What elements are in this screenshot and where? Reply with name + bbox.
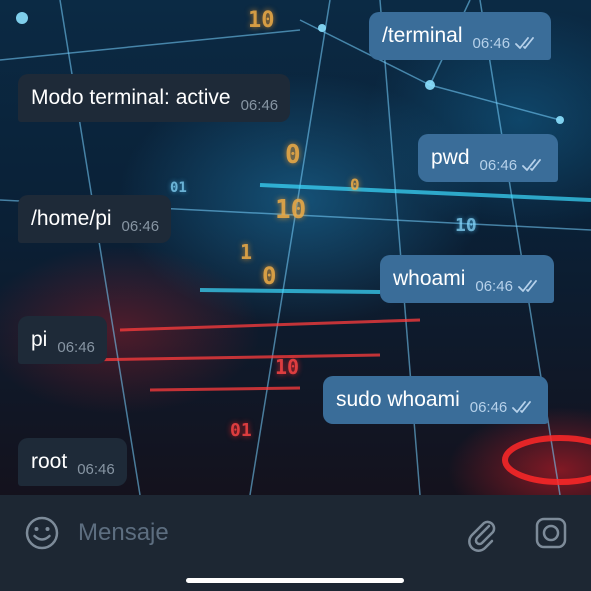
message-time: 06:46 xyxy=(469,399,508,416)
home-indicator[interactable] xyxy=(186,578,404,583)
message-time: 06:46 xyxy=(121,218,160,235)
message-bubble-out[interactable]: /terminal 06:46 xyxy=(369,12,552,60)
message-text: whoami xyxy=(393,267,466,290)
double-check-icon xyxy=(518,280,537,292)
emoji-icon[interactable] xyxy=(22,513,62,553)
message-text: sudo whoami xyxy=(336,388,460,411)
double-check-icon xyxy=(512,401,532,413)
message-text: pwd xyxy=(431,146,470,169)
message-text: Modo terminal: active xyxy=(31,86,231,109)
message-time: 06:46 xyxy=(479,157,518,174)
message-bubble-in[interactable]: root 06:46 xyxy=(18,438,127,486)
message-text: pi xyxy=(31,328,48,351)
message-input[interactable]: Mensaje xyxy=(78,519,169,547)
double-check-icon xyxy=(515,37,534,49)
message-bubble-out[interactable]: pwd 06:46 xyxy=(418,134,559,182)
paperclip-icon[interactable] xyxy=(462,513,502,553)
message-bubble-in[interactable]: Modo terminal: active 06:46 xyxy=(18,74,291,122)
message-time: 06:46 xyxy=(77,461,115,478)
message-bubble-in[interactable]: pi 06:46 xyxy=(18,316,107,364)
message-time: 06:46 xyxy=(57,339,95,356)
message-text: /home/pi xyxy=(31,207,112,230)
message-bubble-out[interactable]: sudo whoami 06:46 xyxy=(323,376,549,424)
double-check-icon xyxy=(522,159,541,171)
message-text: root xyxy=(31,450,68,473)
message-time: 06:46 xyxy=(240,97,279,114)
message-bubble-in[interactable]: /home/pi 06:46 xyxy=(18,195,172,243)
message-time: 06:46 xyxy=(475,278,513,295)
message-time: 06:46 xyxy=(472,35,511,52)
camera-icon[interactable] xyxy=(531,513,571,553)
message-text: /terminal xyxy=(382,24,463,47)
message-bubble-out[interactable]: whoami 06:46 xyxy=(380,255,554,303)
message-composer: Mensaje xyxy=(0,495,591,571)
